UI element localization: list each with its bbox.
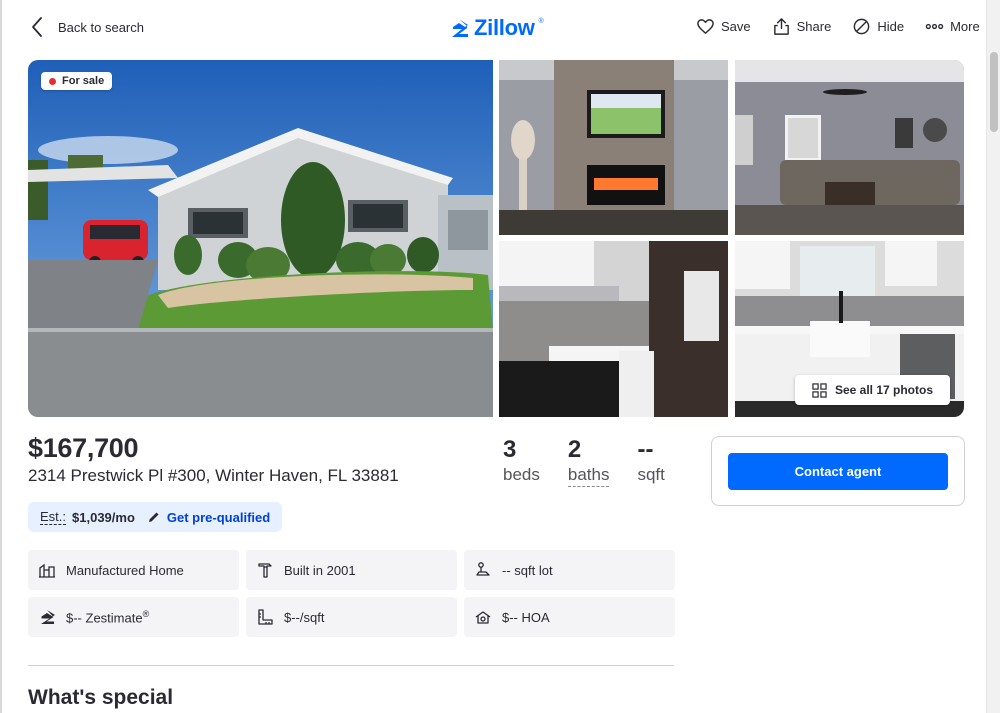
top-bar: Back to search Zillow ® Save Share Hide … bbox=[0, 0, 986, 58]
facts-grid: Manufactured Home Built in 2001 -- sqft … bbox=[28, 550, 675, 637]
photo-living-room[interactable] bbox=[735, 60, 964, 235]
fact-zestimate-text: $-- Zestimate® bbox=[66, 609, 149, 625]
hide-icon bbox=[854, 18, 870, 35]
stat-sqft: -- sqft bbox=[637, 436, 664, 487]
living-room-image bbox=[735, 60, 964, 235]
hoa-icon bbox=[475, 611, 491, 624]
stat-beds: 3 beds bbox=[503, 436, 540, 487]
fact-lot-size: -- sqft lot bbox=[464, 550, 675, 590]
contact-card: Contact agent bbox=[711, 436, 965, 506]
zillow-logo-icon bbox=[452, 19, 468, 37]
share-icon bbox=[773, 18, 789, 35]
fact-zestimate-value: $-- Zestimate bbox=[66, 610, 143, 626]
fact-hoa-text: $-- HOA bbox=[502, 609, 550, 625]
main-photo-house-exterior[interactable]: For sale bbox=[28, 60, 493, 417]
photo-fireplace-tv[interactable] bbox=[499, 60, 728, 235]
estimated-payment-chip[interactable]: Est.: $1,039/mo Get pre-qualified bbox=[28, 502, 283, 532]
window-edge bbox=[0, 0, 2, 713]
more-icon bbox=[925, 23, 944, 30]
listing-price: $167,700 bbox=[28, 433, 139, 463]
house-exterior-image bbox=[28, 60, 493, 417]
heart-icon bbox=[697, 19, 714, 34]
fact-zestimate: $-- Zestimate® bbox=[28, 597, 239, 637]
est-label[interactable]: Est.: bbox=[40, 509, 67, 525]
chevron-left-icon bbox=[32, 17, 42, 37]
zestimate-icon bbox=[41, 610, 55, 624]
fact-hoa: $-- HOA bbox=[464, 597, 675, 637]
for-sale-badge: For sale bbox=[41, 72, 113, 90]
back-to-search-link[interactable]: Back to search bbox=[30, 16, 144, 38]
logo-registered-mark: ® bbox=[538, 17, 544, 25]
listing-address: 2314 Prestwick Pl #300, Winter Haven, FL… bbox=[28, 466, 399, 485]
hide-label: Hide bbox=[877, 19, 905, 34]
share-label: Share bbox=[796, 19, 832, 34]
section-divider bbox=[28, 665, 674, 666]
for-sale-dot-icon bbox=[49, 77, 56, 85]
fact-lot-size-text: -- sqft lot bbox=[502, 562, 553, 578]
scrollbar-thumb[interactable] bbox=[990, 52, 998, 132]
photo-grid-icon bbox=[812, 382, 827, 398]
save-button[interactable]: Save bbox=[696, 17, 751, 36]
fact-year-built: Built in 2001 bbox=[246, 550, 457, 590]
fact-price-per-sqft-text: $--/sqft bbox=[284, 609, 325, 625]
zillow-logo-text: Zillow bbox=[474, 15, 535, 40]
zillow-logo[interactable]: Zillow ® bbox=[448, 15, 544, 41]
pencil-icon bbox=[148, 512, 159, 522]
hide-button[interactable]: Hide bbox=[852, 17, 904, 36]
est-payment-value: $1,039/mo bbox=[72, 509, 135, 525]
for-sale-label: For sale bbox=[62, 75, 105, 87]
photo-kitchen-stove[interactable] bbox=[499, 241, 728, 417]
see-all-photos-button[interactable]: See all 17 photos bbox=[795, 375, 950, 405]
home-type-icon bbox=[39, 563, 55, 578]
get-pre-qualified-link[interactable]: Get pre-qualified bbox=[167, 510, 270, 525]
fact-home-type-text: Manufactured Home bbox=[66, 562, 184, 578]
photo-gallery: For sale See all 17 photos bbox=[28, 60, 964, 417]
save-label: Save bbox=[721, 19, 751, 34]
share-button[interactable]: Share bbox=[772, 17, 832, 36]
fact-home-type: Manufactured Home bbox=[28, 550, 239, 590]
fact-price-per-sqft: $--/sqft bbox=[246, 597, 457, 637]
lot-icon bbox=[476, 562, 490, 576]
beds-label: beds bbox=[503, 465, 540, 484]
sqft-value: -- bbox=[637, 436, 654, 463]
contact-agent-button[interactable]: Contact agent bbox=[728, 453, 948, 490]
more-label: More bbox=[950, 19, 980, 34]
beds-value: 3 bbox=[503, 436, 517, 463]
fact-year-built-text: Built in 2001 bbox=[284, 562, 356, 578]
hammer-icon bbox=[258, 563, 272, 578]
fireplace-image bbox=[499, 60, 728, 235]
baths-label[interactable]: baths bbox=[567, 464, 610, 487]
whats-special-heading: What's special bbox=[28, 686, 174, 709]
stat-baths[interactable]: 2 baths bbox=[567, 436, 610, 487]
see-all-photos-label: See all 17 photos bbox=[834, 383, 934, 397]
ruler-icon bbox=[258, 609, 273, 625]
baths-value: 2 bbox=[567, 436, 582, 463]
back-to-search-label: Back to search bbox=[58, 19, 144, 35]
page-scrollbar[interactable] bbox=[986, 0, 1000, 713]
more-button[interactable]: More bbox=[925, 17, 980, 36]
kitchen-stove-image bbox=[499, 241, 728, 417]
sqft-label: sqft bbox=[637, 465, 665, 484]
zestimate-registered-mark: ® bbox=[142, 608, 150, 619]
listing-actions: Save Share Hide More bbox=[696, 17, 980, 36]
listing-stats: 3 beds 2 baths -- sqft bbox=[503, 436, 665, 487]
